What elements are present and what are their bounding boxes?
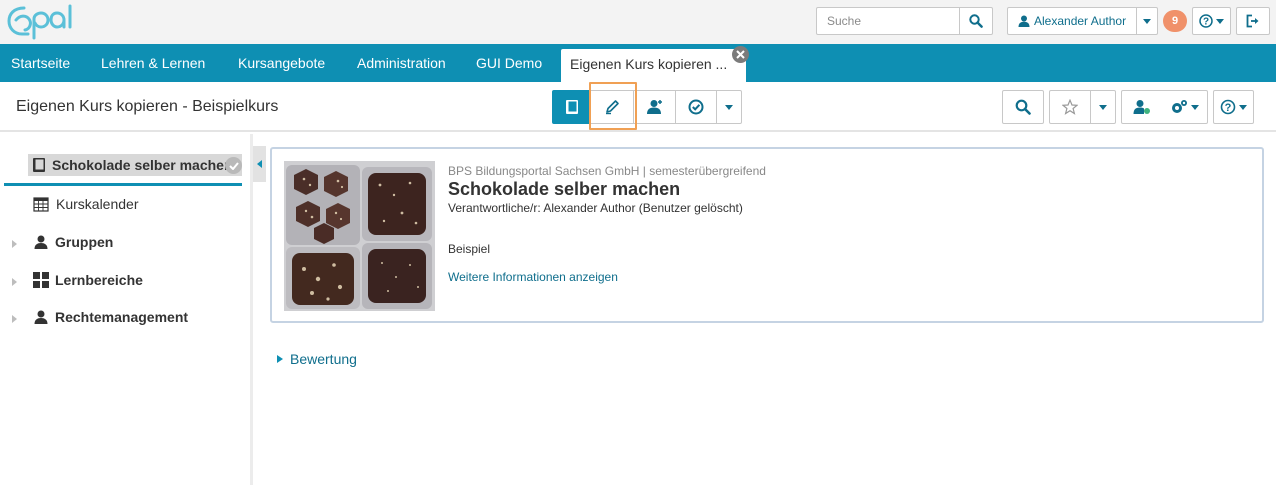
help-icon: ? <box>1220 99 1236 115</box>
course-sidebar: Schokolade selber machen Kurskalender Gr… <box>0 134 253 485</box>
sidebar-item-lernbereiche[interactable]: Lernbereiche <box>33 272 143 288</box>
book-icon <box>566 100 578 114</box>
page-title: Eigenen Kurs kopieren - Beispielkurs <box>16 98 279 115</box>
course-institution: BPS Bildungsportal Sachsen GmbH | semest… <box>448 164 766 178</box>
help-icon: ? <box>1199 14 1213 28</box>
tab-active-course[interactable]: Eigenen Kurs kopieren ... <box>561 49 746 82</box>
user-name: Alexander Author <box>1034 14 1127 28</box>
sidebar-item-label: Rechtemanagement <box>55 309 189 325</box>
course-view-button[interactable] <box>552 90 592 124</box>
sidebar-item-course-root[interactable]: Schokolade selber machen <box>28 154 242 176</box>
search-icon <box>1015 99 1031 115</box>
expand-arrow-icon[interactable] <box>12 278 17 286</box>
evaluation-toggle[interactable]: Bewertung <box>277 351 357 367</box>
bookmark-button[interactable] <box>1049 90 1091 124</box>
search-input[interactable] <box>817 8 959 34</box>
edit-button-highlight <box>589 82 637 130</box>
sidebar-collapse-button[interactable] <box>253 146 266 182</box>
top-header: Alexander Author 9 ? <box>0 0 1276 44</box>
group-icon <box>34 235 48 249</box>
user-profile-button[interactable]: Alexander Author <box>1008 8 1138 34</box>
book-icon <box>33 158 45 172</box>
caret-down-icon <box>1099 104 1107 110</box>
course-description: Beispiel <box>448 242 491 256</box>
user-menu-button[interactable]: Alexander Author <box>1007 7 1158 35</box>
course-toolbar: Eigenen Kurs kopieren - Beispielkurs ? <box>0 82 1276 132</box>
caret-down-icon <box>1191 104 1199 110</box>
calendar-icon <box>33 197 49 212</box>
caret-down-icon <box>1216 18 1224 24</box>
logout-button[interactable] <box>1236 7 1270 35</box>
user-lock-icon <box>1133 100 1150 114</box>
user-dropdown-toggle[interactable] <box>1137 18 1157 24</box>
evaluation-label: Bewertung <box>290 351 357 367</box>
close-icon <box>736 50 745 59</box>
help-menu-button[interactable]: ? <box>1192 7 1231 35</box>
course-help-button[interactable]: ? <box>1213 90 1254 124</box>
search-button[interactable] <box>959 8 992 34</box>
course-tools-dropdown[interactable] <box>717 90 742 124</box>
course-info-card: BPS Bildungsportal Sachsen GmbH | semest… <box>270 147 1264 323</box>
expand-arrow-icon[interactable] <box>12 315 17 323</box>
check-icon <box>225 157 242 174</box>
search-box <box>816 7 993 35</box>
user-icon <box>1018 15 1030 27</box>
nav-item-kursangebote[interactable]: Kursangebote <box>238 44 325 82</box>
expand-arrow-icon[interactable] <box>12 240 17 248</box>
sidebar-item-label: Lernbereiche <box>55 272 143 288</box>
gears-icon <box>1172 100 1187 113</box>
active-item-underline <box>4 183 242 186</box>
caret-down-icon <box>1239 104 1247 110</box>
check-circle-icon <box>688 99 704 115</box>
sidebar-item-rechtemanagement[interactable]: Rechtemanagement <box>33 309 188 325</box>
sidebar-item-kurskalender[interactable]: Kurskalender <box>33 196 139 212</box>
members-button[interactable] <box>634 90 676 124</box>
sidebar-item-gruppen[interactable]: Gruppen <box>33 234 113 250</box>
opal-logo[interactable] <box>6 4 78 40</box>
chevron-left-icon <box>257 160 262 168</box>
course-title: Schokolade selber machen <box>448 179 681 199</box>
user-settings-button[interactable] <box>1121 90 1163 124</box>
grid-icon <box>33 272 49 288</box>
main-navigation: Startseite Lehren & Lernen Kursangebote … <box>0 44 1276 82</box>
expand-arrow-icon <box>277 355 283 363</box>
sidebar-item-label: Gruppen <box>55 234 114 250</box>
more-info-link[interactable]: Weitere Informationen anzeigen <box>448 270 618 284</box>
star-icon <box>1062 99 1078 115</box>
user-group-icon <box>646 100 662 114</box>
search-icon <box>969 14 983 28</box>
notification-badge[interactable]: 9 <box>1163 10 1187 32</box>
settings-menu-button[interactable] <box>1162 90 1208 124</box>
course-responsible: Verantwortliche/r: Alexander Author (Ben… <box>448 201 743 215</box>
logout-icon <box>1246 14 1259 28</box>
caret-down-icon <box>1143 18 1152 24</box>
nav-item-startseite[interactable]: Startseite <box>11 44 70 82</box>
nav-item-lehren-lernen[interactable]: Lehren & Lernen <box>101 44 205 82</box>
course-search-button[interactable] <box>1002 90 1044 124</box>
bookmark-dropdown[interactable] <box>1090 90 1116 124</box>
course-image <box>284 161 435 311</box>
close-tab-button[interactable] <box>732 46 749 63</box>
rights-icon <box>34 310 48 324</box>
caret-down-icon <box>725 104 733 110</box>
sidebar-item-label: Kurskalender <box>56 196 139 212</box>
sidebar-item-label: Schokolade selber machen <box>52 157 233 173</box>
svg-text:?: ? <box>1225 102 1232 114</box>
publish-status-button[interactable] <box>676 90 717 124</box>
nav-item-gui-demo[interactable]: GUI Demo <box>476 44 542 82</box>
svg-text:?: ? <box>1203 17 1209 28</box>
nav-item-administration[interactable]: Administration <box>357 44 446 82</box>
